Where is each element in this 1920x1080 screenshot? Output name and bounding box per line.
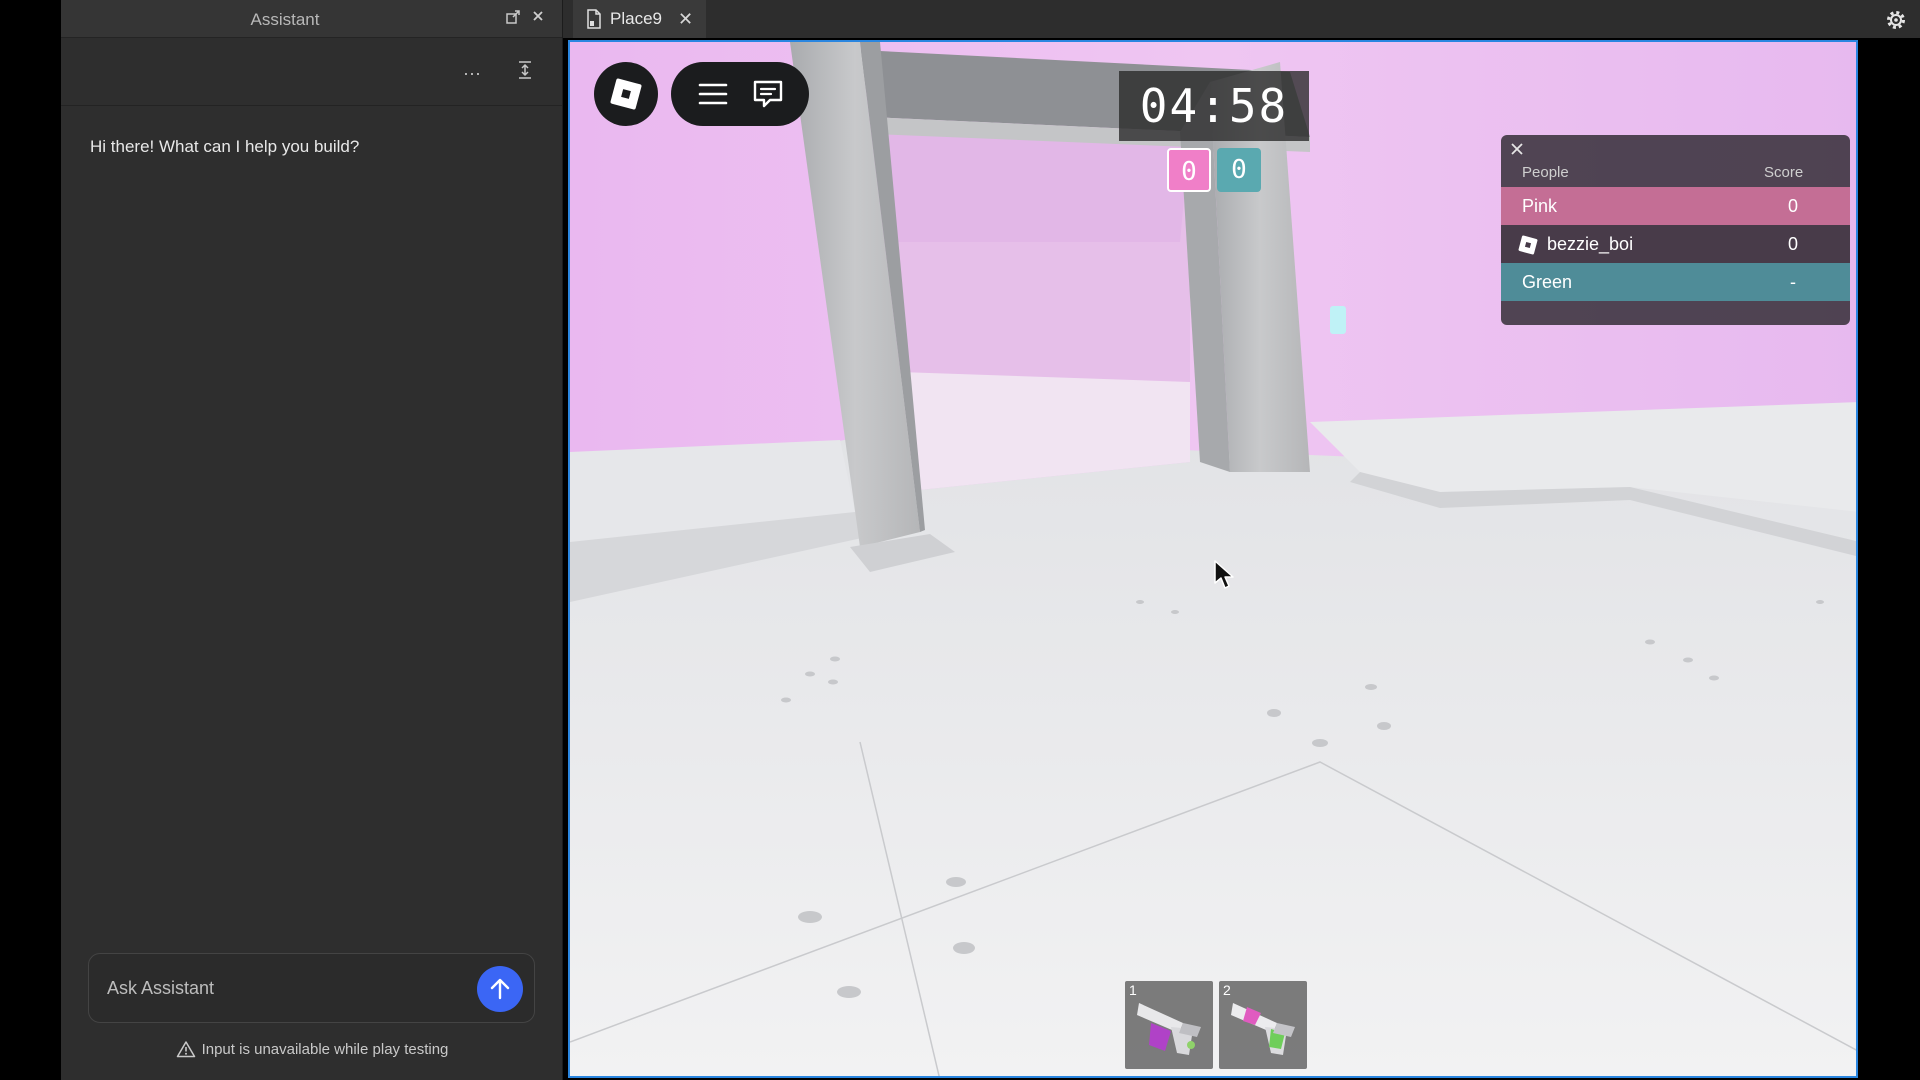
hamburger-menu-button[interactable] bbox=[693, 74, 733, 114]
ask-assistant-box[interactable] bbox=[88, 953, 535, 1023]
leaderboard: People Score Pink 0 bezzie_boi 0 Green - bbox=[1501, 135, 1850, 325]
more-options-icon[interactable]: ··· bbox=[459, 60, 485, 86]
leaderboard-header-people: People bbox=[1522, 164, 1569, 181]
leaderboard-header-score: Score bbox=[1764, 164, 1804, 181]
close-icon[interactable] bbox=[528, 9, 548, 29]
roblox-logo-icon bbox=[610, 78, 642, 110]
warning-icon bbox=[176, 1041, 195, 1058]
round-timer: 04:58 bbox=[1119, 71, 1309, 141]
pink-paint-blaster-icon bbox=[1137, 1003, 1201, 1055]
tab-bar: Place9 ✕ bbox=[563, 0, 1920, 38]
team-score: 0 bbox=[1787, 196, 1798, 216]
chat-icon bbox=[753, 80, 782, 108]
document-icon bbox=[587, 9, 601, 29]
leaderboard-team-row-green: Green - bbox=[1501, 263, 1850, 301]
player-score: 0 bbox=[1787, 234, 1798, 254]
pop-out-icon[interactable] bbox=[503, 9, 523, 29]
leaderboard-close-icon[interactable] bbox=[1509, 141, 1525, 161]
leaderboard-team-row-pink: Pink 0 bbox=[1501, 187, 1850, 225]
team-name: Green bbox=[1522, 272, 1573, 292]
hotbar-slot-2[interactable]: 2 bbox=[1219, 981, 1307, 1069]
gear-icon[interactable] bbox=[1884, 8, 1908, 32]
roblox-player-icon bbox=[1518, 235, 1538, 255]
assistant-titlebar: Assistant bbox=[61, 0, 562, 38]
team-name: Pink bbox=[1522, 196, 1558, 216]
arrow-up-icon bbox=[490, 978, 510, 1000]
send-button[interactable] bbox=[477, 966, 523, 1012]
tab-close-icon[interactable]: ✕ bbox=[678, 9, 693, 30]
team-score: - bbox=[1790, 272, 1796, 292]
game-viewport[interactable]: 04:58 0 0 People Score Pink 0 bezzie_boi… bbox=[568, 40, 1858, 1078]
assistant-toolbar: ··· bbox=[61, 38, 562, 106]
assistant-title: Assistant bbox=[250, 10, 320, 29]
player-name: bezzie_boi bbox=[1547, 234, 1634, 254]
tab-place9[interactable]: Place9 ✕ bbox=[573, 0, 706, 38]
top-bar-pill bbox=[671, 62, 809, 126]
chat-button[interactable] bbox=[748, 74, 788, 114]
pink-team-score: 0 bbox=[1167, 148, 1211, 192]
roblox-menu-button[interactable] bbox=[594, 62, 658, 126]
green-team-score: 0 bbox=[1217, 148, 1261, 192]
assistant-panel: Assistant ··· Hi there! What can I help … bbox=[61, 0, 563, 1080]
collapse-icon[interactable] bbox=[512, 60, 538, 86]
green-paint-blaster-icon bbox=[1231, 1003, 1295, 1055]
leaderboard-player-row[interactable]: bezzie_boi 0 bbox=[1501, 225, 1850, 263]
tab-label: Place9 bbox=[610, 9, 662, 28]
play-test-warning: Input is unavailable while play testing bbox=[61, 1040, 563, 1058]
hamburger-icon bbox=[698, 83, 727, 105]
ask-assistant-input[interactable] bbox=[107, 973, 447, 1003]
assistant-greeting: Hi there! What can I help you build? bbox=[90, 137, 360, 156]
hotbar-slot-1[interactable]: 1 bbox=[1125, 981, 1213, 1069]
mouse-cursor-icon bbox=[1214, 560, 1234, 589]
warning-text: Input is unavailable while play testing bbox=[201, 1041, 449, 1058]
